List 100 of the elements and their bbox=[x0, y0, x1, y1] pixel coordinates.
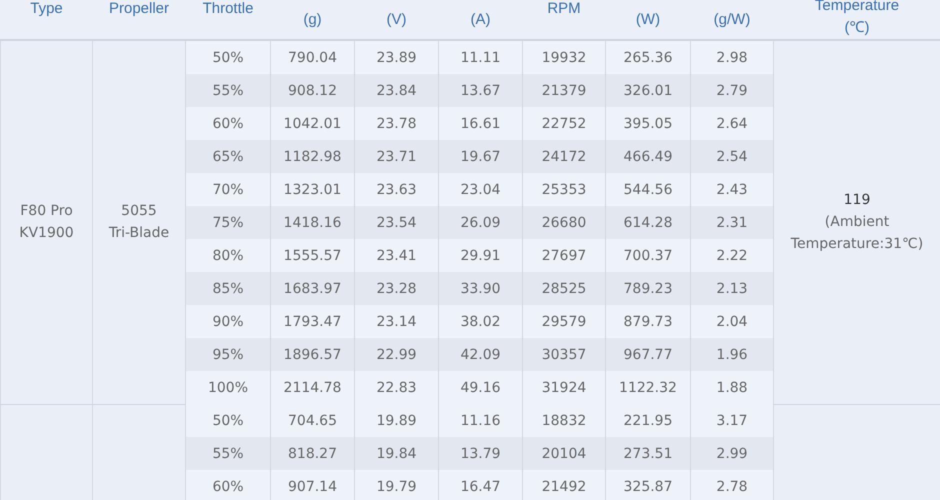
table-cell: 1323.01 bbox=[284, 182, 342, 198]
column-unit: (A) bbox=[470, 10, 490, 30]
motor-type: KV1900 bbox=[18, 224, 75, 244]
table-cell: 23.84 bbox=[376, 82, 417, 98]
table-cell: 38.02 bbox=[460, 314, 501, 330]
table-cell: 24172 bbox=[542, 148, 586, 164]
table-cell: 19.79 bbox=[376, 478, 417, 494]
table-cell: 907.14 bbox=[288, 478, 337, 494]
table-cell: 18832 bbox=[542, 412, 586, 428]
table-cell: 26680 bbox=[542, 214, 586, 230]
table-cell: 1896.57 bbox=[284, 346, 342, 362]
table-cell: 325.87 bbox=[624, 478, 672, 494]
table-cell: 23.28 bbox=[376, 280, 417, 296]
column-unit: (℃) bbox=[844, 18, 870, 38]
table-cell: 22.99 bbox=[376, 346, 417, 362]
table-cell: 2.13 bbox=[716, 280, 748, 296]
table-cell: 16.61 bbox=[460, 116, 501, 132]
table-cell: 908.12 bbox=[288, 82, 337, 98]
table-cell: 60% bbox=[212, 116, 244, 132]
table-cell: 614.28 bbox=[624, 214, 672, 230]
table-cell: 29.91 bbox=[460, 248, 501, 264]
table-cell: 2.43 bbox=[716, 182, 748, 198]
table-cell: 23.71 bbox=[376, 148, 417, 164]
table-cell: 818.27 bbox=[288, 446, 337, 462]
table-cell: 13.67 bbox=[460, 82, 501, 98]
table-cell: 704.65 bbox=[288, 412, 337, 428]
table-cell: 2.31 bbox=[716, 214, 748, 230]
table-cell: 29579 bbox=[542, 314, 586, 330]
table-cell: 1418.16 bbox=[284, 214, 342, 230]
table-cell: 273.51 bbox=[624, 446, 672, 462]
table-cell: 2.78 bbox=[716, 478, 748, 494]
table-cell: 22752 bbox=[542, 116, 586, 132]
table-cell: 13.79 bbox=[460, 446, 501, 462]
table-cell: 60% bbox=[212, 478, 244, 494]
propeller-name: 5055 bbox=[120, 202, 158, 222]
table-cell: 31924 bbox=[542, 380, 586, 396]
table-cell: 65% bbox=[212, 148, 244, 164]
table-cell: 2.54 bbox=[716, 148, 748, 164]
column-unit: (g/W) bbox=[714, 10, 750, 30]
table-cell: 544.56 bbox=[624, 182, 672, 198]
table-cell: 1.88 bbox=[716, 380, 748, 396]
table-cell: 326.01 bbox=[624, 82, 672, 98]
table-cell: 1555.57 bbox=[284, 248, 342, 264]
table-cell: 23.54 bbox=[376, 214, 417, 230]
column-header: Temperature bbox=[814, 0, 900, 16]
table-cell: 466.49 bbox=[624, 148, 672, 164]
table-cell: 25353 bbox=[542, 182, 586, 198]
table-cell: 2.64 bbox=[716, 116, 748, 132]
table-cell: 50% bbox=[212, 50, 244, 66]
table-cell: 27697 bbox=[542, 248, 586, 264]
table-cell: 100% bbox=[208, 380, 248, 396]
temperature-value: 119 bbox=[842, 191, 872, 210]
table-cell: 23.41 bbox=[376, 248, 417, 264]
table-cell: 3.17 bbox=[716, 412, 748, 428]
table-cell: 23.63 bbox=[376, 182, 417, 198]
table-cell: 23.78 bbox=[376, 116, 417, 132]
table-cell: 265.36 bbox=[624, 50, 672, 66]
table-cell: 19.89 bbox=[376, 412, 417, 428]
table-cell: 33.90 bbox=[460, 280, 501, 296]
propeller-name: Tri-Blade bbox=[108, 224, 170, 244]
table-cell: 22.83 bbox=[376, 380, 417, 396]
table-cell: 11.11 bbox=[460, 50, 501, 66]
table-cell: 221.95 bbox=[624, 412, 672, 428]
table-cell: 1683.97 bbox=[284, 280, 342, 296]
table-cell: 1042.01 bbox=[284, 116, 342, 132]
table-cell: 90% bbox=[212, 314, 244, 330]
table-cell: 789.23 bbox=[624, 280, 672, 296]
column-header: Type bbox=[30, 0, 63, 19]
table-cell: 2.04 bbox=[716, 314, 748, 330]
table-cell: 16.47 bbox=[460, 478, 501, 494]
column-unit: (V) bbox=[386, 10, 406, 30]
table-cell: 70% bbox=[212, 182, 244, 198]
table-cell: 11.16 bbox=[460, 412, 501, 428]
table-cell: 1122.32 bbox=[619, 380, 677, 396]
column-unit: (g) bbox=[303, 10, 322, 30]
table-cell: 19932 bbox=[542, 50, 586, 66]
table-cell: 23.89 bbox=[376, 50, 417, 66]
table-cell: 1182.98 bbox=[284, 148, 342, 164]
table-cell: 700.37 bbox=[624, 248, 672, 264]
column-header: RPM bbox=[547, 0, 581, 19]
table-cell: 23.04 bbox=[460, 182, 501, 198]
table-cell: 55% bbox=[212, 82, 244, 98]
table-cell: 19.67 bbox=[460, 148, 501, 164]
table-cell: 1.96 bbox=[716, 346, 748, 362]
table-cell: 55% bbox=[212, 446, 244, 462]
table-cell: 879.73 bbox=[624, 314, 672, 330]
table-cell: 50% bbox=[212, 412, 244, 428]
table-cell: 26.09 bbox=[460, 214, 501, 230]
table-cell: 49.16 bbox=[460, 380, 501, 396]
temperature-note: (Ambient Temperature:31℃) bbox=[790, 213, 924, 254]
table-cell: 19.84 bbox=[376, 446, 417, 462]
table-cell: 80% bbox=[212, 248, 244, 264]
column-header: Propeller bbox=[108, 0, 170, 19]
table-cell: 1793.47 bbox=[284, 314, 342, 330]
table-cell: 28525 bbox=[542, 280, 586, 296]
table-cell: 95% bbox=[212, 346, 244, 362]
table-cell: 42.09 bbox=[460, 346, 501, 362]
table-cell: 395.05 bbox=[624, 116, 672, 132]
table-cell: 2.79 bbox=[716, 82, 748, 98]
table-cell: 2.22 bbox=[716, 248, 748, 264]
